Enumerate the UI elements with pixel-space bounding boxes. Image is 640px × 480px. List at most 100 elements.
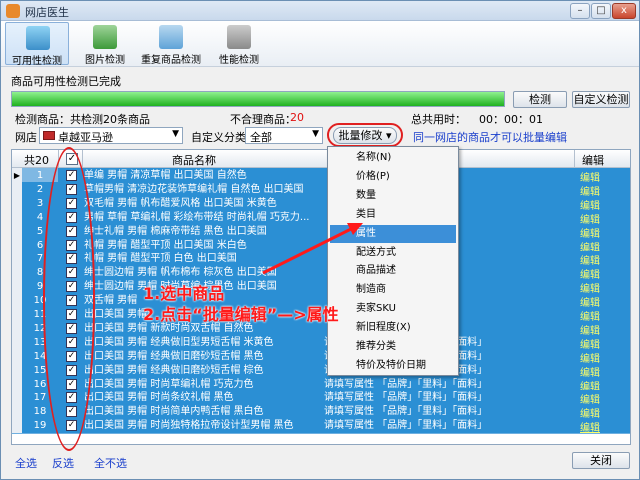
menu-item[interactable]: 价格(P) — [330, 168, 456, 186]
name-header: 商品名称 — [172, 154, 216, 167]
product-name: 礼帽 男帽 醋型平顶 出口美国 米白色 — [84, 239, 247, 251]
highlight-oval — [327, 123, 403, 147]
highlight-oval — [43, 147, 95, 451]
category-select[interactable]: 全部 ▼ — [245, 127, 323, 144]
toolbar: 可用性检测 图片检测 重复商品检测 性能检测 — [1, 21, 639, 67]
count-header: 共20 — [24, 154, 49, 167]
row-marker — [12, 307, 22, 322]
menu-item[interactable]: 配送方式 — [330, 244, 456, 262]
row-marker — [12, 390, 22, 406]
menu-item[interactable]: 类目 — [330, 206, 456, 224]
bad-items-value: 20 — [290, 111, 304, 124]
row-marker — [12, 362, 22, 378]
progress-bar — [11, 91, 505, 107]
tab-label: 重复商品检测 — [141, 55, 201, 66]
row-marker — [12, 293, 22, 309]
tab-label: 可用性检测 — [12, 56, 62, 67]
performance-check-tab[interactable]: 性能检测 — [213, 22, 265, 66]
select-all-link[interactable]: 全选 — [15, 455, 37, 471]
shop-flag-icon — [43, 131, 55, 140]
close-button[interactable]: 关闭 — [572, 452, 630, 469]
menu-item[interactable]: 制造商 — [330, 281, 456, 299]
menu-item[interactable]: 推荐分类 — [330, 338, 456, 356]
progress-fill — [12, 92, 504, 106]
main-window: 网店医生 – □ x 可用性检测 图片检测 重复商品检测 性能检测 商品可用性检… — [0, 0, 640, 480]
row-marker: ▶ — [12, 168, 22, 183]
status-text: 商品可用性检测已完成 — [11, 75, 121, 88]
shop-select[interactable]: 卓越亚马逊 ▼ — [39, 127, 183, 144]
category-select-value: 全部 — [250, 131, 272, 144]
row-marker — [12, 418, 22, 434]
clipboard-check-icon — [26, 26, 50, 50]
menu-item[interactable]: 商品描述 — [330, 262, 456, 280]
property-hint: 请填写属性 「品牌」「里料」「面料」 — [324, 406, 488, 418]
row-marker — [12, 348, 22, 364]
product-name: 单编 男帽 清凉草帽 出口美国 自然色 — [84, 170, 247, 181]
image-check-tab[interactable]: 图片检测 — [79, 22, 131, 66]
invert-selection-link[interactable]: 反选 — [52, 455, 74, 471]
duplicate-icon — [159, 25, 183, 49]
property-hint: 请填写属性 「品牌」「里料」「面料」 — [324, 378, 488, 390]
row-marker — [12, 404, 22, 420]
menu-item[interactable]: 属性 — [330, 224, 456, 243]
column-divider — [574, 150, 575, 168]
menu-item[interactable]: 卖家SKU — [330, 300, 456, 318]
product-name: 双毛帽 男帽 帆布醋爱风格 出口美国 米黄色 — [84, 197, 277, 209]
row-marker — [12, 279, 22, 295]
row-marker — [12, 223, 22, 239]
product-name: 男帽 草帽 草编礼帽 彩绘布带结 时尚礼帽 巧克力... — [84, 211, 310, 223]
row-marker — [12, 209, 22, 225]
product-name: 绅士礼帽 男帽 棉麻帝带结 黑色 出口美国 — [84, 225, 267, 237]
chevron-down-icon: ▼ — [172, 129, 179, 139]
tab-label: 图片检测 — [85, 55, 125, 66]
minimize-button[interactable]: – — [570, 3, 590, 19]
annotation-step-2: 2.点击“批量编辑”—>属性 — [143, 305, 339, 324]
menu-item[interactable]: 特价及特价日期 — [330, 357, 456, 375]
row-marker — [12, 237, 22, 253]
checked-count-label: 检测商品：共检测20条商品 — [15, 113, 150, 126]
edit-link[interactable]: 编辑 — [580, 419, 600, 434]
shop-label: 网店 — [15, 131, 37, 144]
close-window-button[interactable]: x — [612, 3, 636, 19]
chevron-down-icon: ▼ — [312, 129, 319, 139]
image-icon — [93, 25, 117, 49]
product-name: 出口美国 男帽 时尚条纹礼帽 黑色 — [84, 392, 234, 404]
availability-check-tab[interactable]: 可用性检测 — [5, 22, 69, 67]
row-marker — [12, 195, 22, 211]
title-bar: 网店医生 – □ x — [1, 1, 639, 21]
table-row[interactable]: 19 ✓ 出口美国 男帽 时尚独特格拉帝设计型男帽 黑色 请填写属性 「品牌」「里料」… — [12, 418, 630, 434]
maximize-button[interactable]: □ — [591, 3, 611, 19]
batch-hint-link[interactable]: 同一网店的商品才可以批量编辑 — [413, 129, 567, 145]
menu-item[interactable]: 新旧程度(X) — [330, 319, 456, 337]
row-marker — [12, 251, 22, 267]
shop-select-value: 卓越亚马逊 — [58, 131, 113, 144]
product-name: 礼帽 男帽 醋型平顶 白色 出口美国 — [84, 253, 237, 265]
bad-items-label: 不合理商品： — [230, 113, 296, 126]
check-button[interactable]: 检测 — [513, 91, 567, 108]
row-marker — [12, 376, 22, 392]
row-marker — [12, 265, 22, 281]
menu-item[interactable]: 名称(N) — [330, 149, 456, 167]
menu-item[interactable]: 数量 — [330, 187, 456, 205]
database-icon — [227, 25, 251, 49]
select-none-link[interactable]: 全不选 — [94, 455, 127, 471]
window-title: 网店医生 — [25, 6, 69, 19]
edit-header: 编辑 — [582, 154, 604, 167]
category-label: 自定义分类 — [191, 131, 246, 144]
product-name: 出口美国 男帽 时尚草编礼帽 巧克力色 — [84, 378, 254, 390]
product-name: 出口美国 男帽 经典做旧型男短舌帽 米黄色 — [84, 336, 274, 348]
time-label: 总共用时： — [411, 113, 466, 126]
product-name: 草帽男帽 清凉边花装饰草编礼帽 自然色 出口美国 — [84, 183, 304, 195]
tab-label: 性能检测 — [219, 55, 259, 66]
app-icon — [6, 4, 20, 18]
product-name: 出口美国 男帽 时尚独特格拉帝设计型男帽 黑色 — [84, 420, 294, 432]
product-name: 出口美国 男帽 经典做旧磨砂短舌帽 棕色 — [84, 364, 264, 376]
product-name: 出口美国 男帽 经典做旧磨砂短舌帽 黑色 — [84, 350, 264, 362]
product-grid: 共20 ✓ 商品名称 编辑 ▶ 1 ✓ 单编 男帽 清凉草帽 出口美国 自然色 编辑 2 ✓… — [11, 149, 631, 445]
product-name: 出口美国 男帽 时尚简单内鸭舌帽 黑白色 — [84, 406, 264, 418]
column-divider — [82, 150, 83, 168]
duplicate-check-tab[interactable]: 重复商品检测 — [137, 22, 205, 66]
custom-check-button[interactable]: 自定义检测 — [572, 91, 630, 108]
row-marker — [12, 181, 22, 197]
grid-header: 共20 ✓ 商品名称 编辑 — [12, 150, 630, 168]
